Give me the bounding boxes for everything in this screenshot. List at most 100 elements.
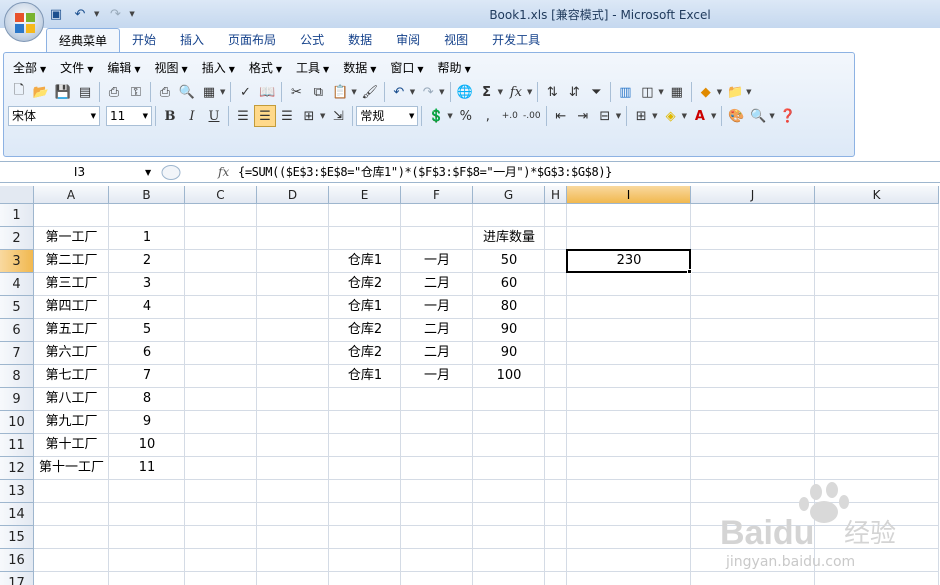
fill-handle[interactable] — [687, 269, 692, 274]
tab-3[interactable]: 页面布局 — [216, 28, 288, 52]
cell-e6[interactable]: 仓库2 — [329, 319, 401, 341]
align-right-icon[interactable]: ☰ — [276, 105, 298, 127]
column-header-h[interactable]: H — [545, 186, 567, 204]
tab-6[interactable]: 审阅 — [384, 28, 432, 52]
align-left-icon[interactable]: ☰ — [232, 105, 254, 127]
cell-styles-dropdown-icon[interactable]: ▼ — [616, 112, 621, 120]
zoom-dropdown-icon[interactable]: ▼ — [769, 112, 774, 120]
classic-menu-item[interactable]: 窗口 ▼ — [385, 58, 432, 78]
classic-menu-item[interactable]: 格式 ▼ — [244, 58, 291, 78]
column-header-g[interactable]: G — [473, 186, 545, 204]
cell-g6[interactable]: 90 — [473, 319, 545, 341]
row-header-4[interactable]: 4 — [0, 273, 34, 296]
align-center-icon[interactable]: ☰ — [254, 105, 276, 127]
fill-color-dropdown-icon[interactable]: ▼ — [682, 112, 687, 120]
number-format-select[interactable]: 常规 ▼ — [356, 106, 419, 126]
column-header-c[interactable]: C — [185, 186, 257, 204]
redo-icon[interactable]: ↷ — [417, 81, 439, 103]
row-header-6[interactable]: 6 — [0, 319, 34, 342]
bold-button[interactable]: B — [159, 105, 181, 127]
cell-b10[interactable]: 9 — [109, 411, 185, 433]
currency-dropdown-icon[interactable]: ▼ — [447, 112, 452, 120]
classic-menu-item[interactable]: 视图 ▼ — [150, 58, 197, 78]
cell-b3[interactable]: 2 — [109, 250, 185, 272]
cell-a6[interactable]: 第五工厂 — [34, 319, 109, 341]
cell-b2[interactable]: 1 — [109, 227, 185, 249]
hyperlink-icon[interactable]: 🌐 — [454, 81, 476, 103]
cell-b11[interactable]: 10 — [109, 434, 185, 456]
function-icon[interactable]: fx — [505, 81, 527, 103]
cell-f5[interactable]: 一月 — [401, 296, 473, 318]
column-header-i[interactable]: I — [567, 186, 691, 204]
tab-1[interactable]: 开始 — [120, 28, 168, 52]
cut-icon[interactable]: ✂ — [285, 81, 307, 103]
new-icon[interactable]: 🗋 — [8, 81, 30, 103]
currency-icon[interactable]: 💲 — [425, 105, 447, 127]
cell-f8[interactable]: 一月 — [401, 365, 473, 387]
column-header-d[interactable]: D — [257, 186, 329, 204]
folder-icon[interactable]: 📁 — [724, 81, 746, 103]
cell-f4[interactable]: 二月 — [401, 273, 473, 295]
tab-2[interactable]: 插入 — [168, 28, 216, 52]
cell-g8[interactable]: 100 — [473, 365, 545, 387]
cell-b7[interactable]: 6 — [109, 342, 185, 364]
copy-icon[interactable]: ⧉ — [307, 81, 329, 103]
cell-f3[interactable]: 一月 — [401, 250, 473, 272]
cell-e3[interactable]: 仓库1 — [329, 250, 401, 272]
cell-a12[interactable]: 第十一工厂 — [34, 457, 109, 479]
formula-expand-icon[interactable] — [160, 164, 182, 181]
cell-e7[interactable]: 仓库2 — [329, 342, 401, 364]
name-box-caret-icon[interactable]: ▼ — [145, 163, 151, 182]
filter-icon[interactable]: ⏷ — [585, 81, 607, 103]
cell-g3[interactable]: 50 — [473, 250, 545, 272]
decrease-decimal-icon[interactable]: -.00 — [521, 105, 543, 127]
shapes-dropdown-icon[interactable]: ▼ — [717, 88, 722, 96]
format-painter-icon[interactable]: 🖌 — [359, 81, 381, 103]
cell-a11[interactable]: 第十工厂 — [34, 434, 109, 456]
print-preview-icon[interactable]: 🔍 — [176, 81, 198, 103]
merge-dropdown-icon[interactable]: ▼ — [320, 112, 325, 120]
row-header-11[interactable]: 11 — [0, 434, 34, 457]
autosum-icon[interactable]: Σ — [476, 81, 498, 103]
cell-g4[interactable]: 60 — [473, 273, 545, 295]
row-header-5[interactable]: 5 — [0, 296, 34, 319]
cell-b9[interactable]: 8 — [109, 388, 185, 410]
borders-icon[interactable]: ⊞ — [630, 105, 652, 127]
spelling-icon[interactable]: ✓ — [234, 81, 256, 103]
tab-5[interactable]: 数据 — [336, 28, 384, 52]
row-header-1[interactable]: 1 — [0, 204, 34, 227]
cell-a8[interactable]: 第七工厂 — [34, 365, 109, 387]
sort-ascending-icon[interactable]: ⇅ — [541, 81, 563, 103]
save-icon[interactable]: 💾 — [52, 81, 74, 103]
row-header-12[interactable]: 12 — [0, 457, 34, 480]
name-box[interactable]: I3 — [2, 163, 157, 182]
font-size-select[interactable]: 11 ▼ — [106, 106, 152, 126]
tab-4[interactable]: 公式 — [288, 28, 336, 52]
row-header-7[interactable]: 7 — [0, 342, 34, 365]
borders-dropdown-icon[interactable]: ▼ — [652, 112, 657, 120]
quick-print-icon[interactable]: ▦ — [198, 81, 220, 103]
wrap-text-icon[interactable]: ⇲ — [327, 105, 349, 127]
office-button[interactable] — [4, 2, 44, 42]
row-header-16[interactable]: 16 — [0, 549, 34, 572]
zoom-icon[interactable]: 🔍 — [747, 105, 769, 127]
drawing-dropdown-icon[interactable]: ▼ — [658, 88, 663, 96]
cell-e5[interactable]: 仓库1 — [329, 296, 401, 318]
column-header-k[interactable]: K — [815, 186, 939, 204]
cell-e4[interactable]: 仓库2 — [329, 273, 401, 295]
tab-7[interactable]: 视图 — [432, 28, 480, 52]
pdf-icon[interactable]: ⎙ — [103, 81, 125, 103]
cell-g5[interactable]: 80 — [473, 296, 545, 318]
column-header-e[interactable]: E — [329, 186, 401, 204]
drawing-icon[interactable]: ◫ — [636, 81, 658, 103]
classic-menu-item[interactable]: 全部 ▼ — [8, 58, 55, 78]
open-icon[interactable]: 📂 — [30, 81, 52, 103]
cell-a3[interactable]: 第二工厂 — [34, 250, 109, 272]
classic-menu-item[interactable]: 工具 ▼ — [291, 58, 338, 78]
font-color-dropdown-icon[interactable]: ▼ — [711, 112, 716, 120]
select-all-corner[interactable] — [0, 186, 34, 204]
cell-b8[interactable]: 7 — [109, 365, 185, 387]
classic-menu-item[interactable]: 帮助 ▼ — [433, 58, 480, 78]
classic-menu-item[interactable]: 文件 ▼ — [55, 58, 102, 78]
undo-dropdown-icon[interactable]: ▼ — [410, 88, 415, 96]
